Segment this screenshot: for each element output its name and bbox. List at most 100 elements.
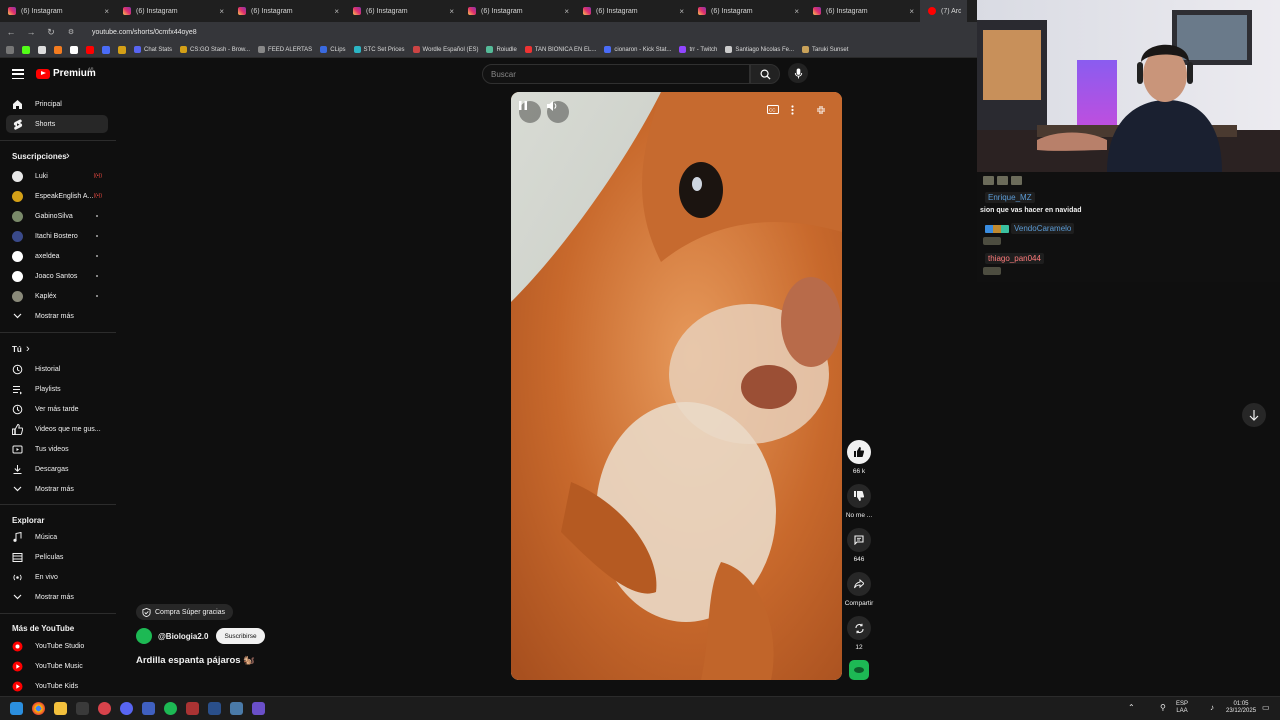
channel-avatar[interactable] bbox=[136, 628, 152, 644]
language-indicator[interactable]: ESP LAA bbox=[1176, 701, 1188, 715]
browser-tab[interactable]: (6) Instagram × bbox=[575, 0, 690, 22]
audio-track-button[interactable] bbox=[849, 660, 869, 680]
share-button[interactable] bbox=[847, 572, 871, 596]
bookmark-item[interactable]: Taruki Sunset bbox=[802, 46, 848, 53]
chat-username[interactable]: VendoCaramelo bbox=[1011, 223, 1075, 234]
site-info-icon[interactable]: ⚙ bbox=[66, 28, 76, 36]
you-heading[interactable]: Tú bbox=[12, 345, 22, 354]
notifications-icon[interactable]: ▭ bbox=[1262, 704, 1270, 712]
url-field[interactable]: youtube.com/shorts/0cmfx44oye8 bbox=[92, 29, 197, 36]
chrome-icon[interactable] bbox=[32, 702, 45, 715]
pinned-app-icon[interactable] bbox=[186, 702, 199, 715]
chat-username[interactable]: Enrique_MZ bbox=[985, 192, 1035, 203]
sidebar-item[interactable]: Descargas bbox=[6, 460, 108, 478]
super-thanks-button[interactable]: Compra Súper gracias bbox=[136, 604, 234, 620]
explore-heading[interactable]: Explorar bbox=[12, 516, 44, 525]
subscription-item[interactable]: GabinoSilva bbox=[6, 207, 108, 225]
subscription-item[interactable]: Joaco Santos bbox=[6, 267, 108, 285]
voice-search-button[interactable] bbox=[788, 63, 808, 83]
subscribe-button[interactable]: Suscribirse bbox=[216, 628, 265, 644]
chat-username[interactable]: thiago_pan044 bbox=[985, 253, 1044, 264]
channel-name[interactable]: @Biologia2.0 bbox=[158, 632, 208, 641]
subscription-item[interactable]: Luki ((•)) bbox=[6, 167, 108, 185]
sidebar-item[interactable]: YouTube Kids bbox=[6, 677, 108, 695]
sidebar-item[interactable]: Principal bbox=[6, 95, 108, 113]
back-icon[interactable]: ← bbox=[6, 27, 16, 37]
bookmark-item[interactable]: Santiago Nicolas Fe... bbox=[725, 46, 794, 53]
close-tab-icon[interactable]: × bbox=[794, 7, 799, 16]
kick-bookmark-icon[interactable] bbox=[22, 45, 30, 54]
close-tab-icon[interactable]: × bbox=[909, 7, 914, 16]
browser-tab[interactable]: (6) Instagram × bbox=[690, 0, 805, 22]
youtube-bookmark-icon[interactable] bbox=[86, 45, 94, 54]
sidebar-item[interactable]: Videos que me gus... bbox=[6, 420, 108, 438]
sidebar-item[interactable]: Mostrar más bbox=[6, 307, 108, 325]
bookmark-item[interactable]: Chat Stats bbox=[134, 46, 172, 53]
subscriptions-heading[interactable]: Suscripciones bbox=[12, 152, 67, 161]
remix-button[interactable] bbox=[847, 616, 871, 640]
bookmark-item[interactable]: CS:GO Stash - Brow... bbox=[180, 46, 250, 53]
volume-tray-icon[interactable]: ♪ bbox=[1210, 704, 1214, 712]
browser-tab[interactable]: (7) Ardi bbox=[920, 0, 967, 22]
browser-tab[interactable]: (6) Instagram × bbox=[115, 0, 230, 22]
sidebar-item[interactable]: YouTube Music bbox=[6, 657, 108, 675]
subscription-item[interactable]: axeldea bbox=[6, 247, 108, 265]
browser-tab[interactable]: (6) Instagram × bbox=[345, 0, 460, 22]
sidebar-item[interactable]: Tus videos bbox=[6, 440, 108, 458]
pinned-app-icon[interactable] bbox=[230, 702, 243, 715]
sidebar-item[interactable]: Shorts bbox=[6, 115, 108, 133]
pinned-app-icon[interactable] bbox=[208, 702, 221, 715]
sidebar-item[interactable]: Música bbox=[6, 528, 108, 546]
more-from-youtube-heading[interactable]: Más de YouTube bbox=[12, 624, 74, 633]
like-button[interactable] bbox=[847, 440, 871, 464]
browser-tab[interactable]: (6) Instagram × bbox=[460, 0, 575, 22]
windows-start-icon[interactable] bbox=[10, 702, 23, 715]
clock[interactable]: 01:05 23/12/2025 bbox=[1226, 701, 1256, 715]
chevron-right-icon[interactable]: › bbox=[66, 150, 70, 162]
menu-icon[interactable] bbox=[12, 69, 24, 79]
bookmark-icon[interactable] bbox=[102, 45, 110, 54]
pause-button[interactable] bbox=[519, 101, 541, 123]
more-options-button[interactable] bbox=[791, 105, 805, 119]
bookmark-item[interactable]: Roiudle bbox=[486, 46, 517, 53]
search-button[interactable] bbox=[750, 64, 780, 84]
bookmark-item[interactable]: TAN BIONICA EN EL... bbox=[524, 46, 596, 53]
sidebar-item[interactable]: YouTube Studio bbox=[6, 637, 108, 655]
sidebar-item[interactable]: Mostrar más bbox=[6, 480, 108, 498]
tray-chevron-icon[interactable]: ⌃ bbox=[1128, 704, 1135, 712]
bookmark-icon[interactable] bbox=[118, 45, 126, 54]
browser-tab[interactable]: (6) Instagram × bbox=[230, 0, 345, 22]
forward-icon[interactable]: → bbox=[26, 27, 36, 37]
close-tab-icon[interactable]: × bbox=[449, 7, 454, 16]
pinned-app-icon[interactable] bbox=[98, 702, 111, 715]
discord-icon[interactable] bbox=[120, 702, 133, 715]
pinned-app-icon[interactable] bbox=[252, 702, 265, 715]
bookmark-icon[interactable] bbox=[38, 45, 46, 54]
sidebar-item[interactable]: Playlists bbox=[6, 380, 108, 398]
sidebar-item[interactable]: Mostrar más bbox=[6, 588, 108, 606]
bookmark-icon[interactable] bbox=[70, 45, 78, 54]
sidebar-item[interactable]: Historial bbox=[6, 360, 108, 378]
sidebar-item[interactable]: Películas bbox=[6, 548, 108, 566]
bookmark-item[interactable]: CLips bbox=[320, 46, 346, 53]
subscription-item[interactable]: EspeakEnglish A... ((•)) bbox=[6, 187, 108, 205]
subscription-item[interactable]: Kapléx bbox=[6, 287, 108, 305]
short-video-player[interactable]: CC bbox=[511, 92, 842, 680]
captions-button[interactable]: CC bbox=[767, 105, 781, 119]
close-tab-icon[interactable]: × bbox=[104, 7, 109, 16]
bookmark-item[interactable]: STC Set Prices bbox=[353, 46, 405, 53]
spotify-icon[interactable] bbox=[164, 702, 177, 715]
sidebar-item[interactable]: Ver más tarde bbox=[6, 400, 108, 418]
chevron-right-icon[interactable]: › bbox=[26, 343, 30, 355]
close-tab-icon[interactable]: × bbox=[679, 7, 684, 16]
close-tab-icon[interactable]: × bbox=[564, 7, 569, 16]
close-tab-icon[interactable]: × bbox=[219, 7, 224, 16]
close-tab-icon[interactable]: × bbox=[334, 7, 339, 16]
apps-grid-icon[interactable] bbox=[6, 45, 14, 54]
bookmark-item[interactable]: trr - Twitch bbox=[679, 46, 717, 53]
file-explorer-icon[interactable] bbox=[54, 702, 67, 715]
next-short-button[interactable] bbox=[1242, 403, 1266, 427]
reload-icon[interactable]: ↻ bbox=[46, 27, 56, 38]
comments-button[interactable] bbox=[847, 528, 871, 552]
pinned-app-icon[interactable] bbox=[76, 702, 89, 715]
